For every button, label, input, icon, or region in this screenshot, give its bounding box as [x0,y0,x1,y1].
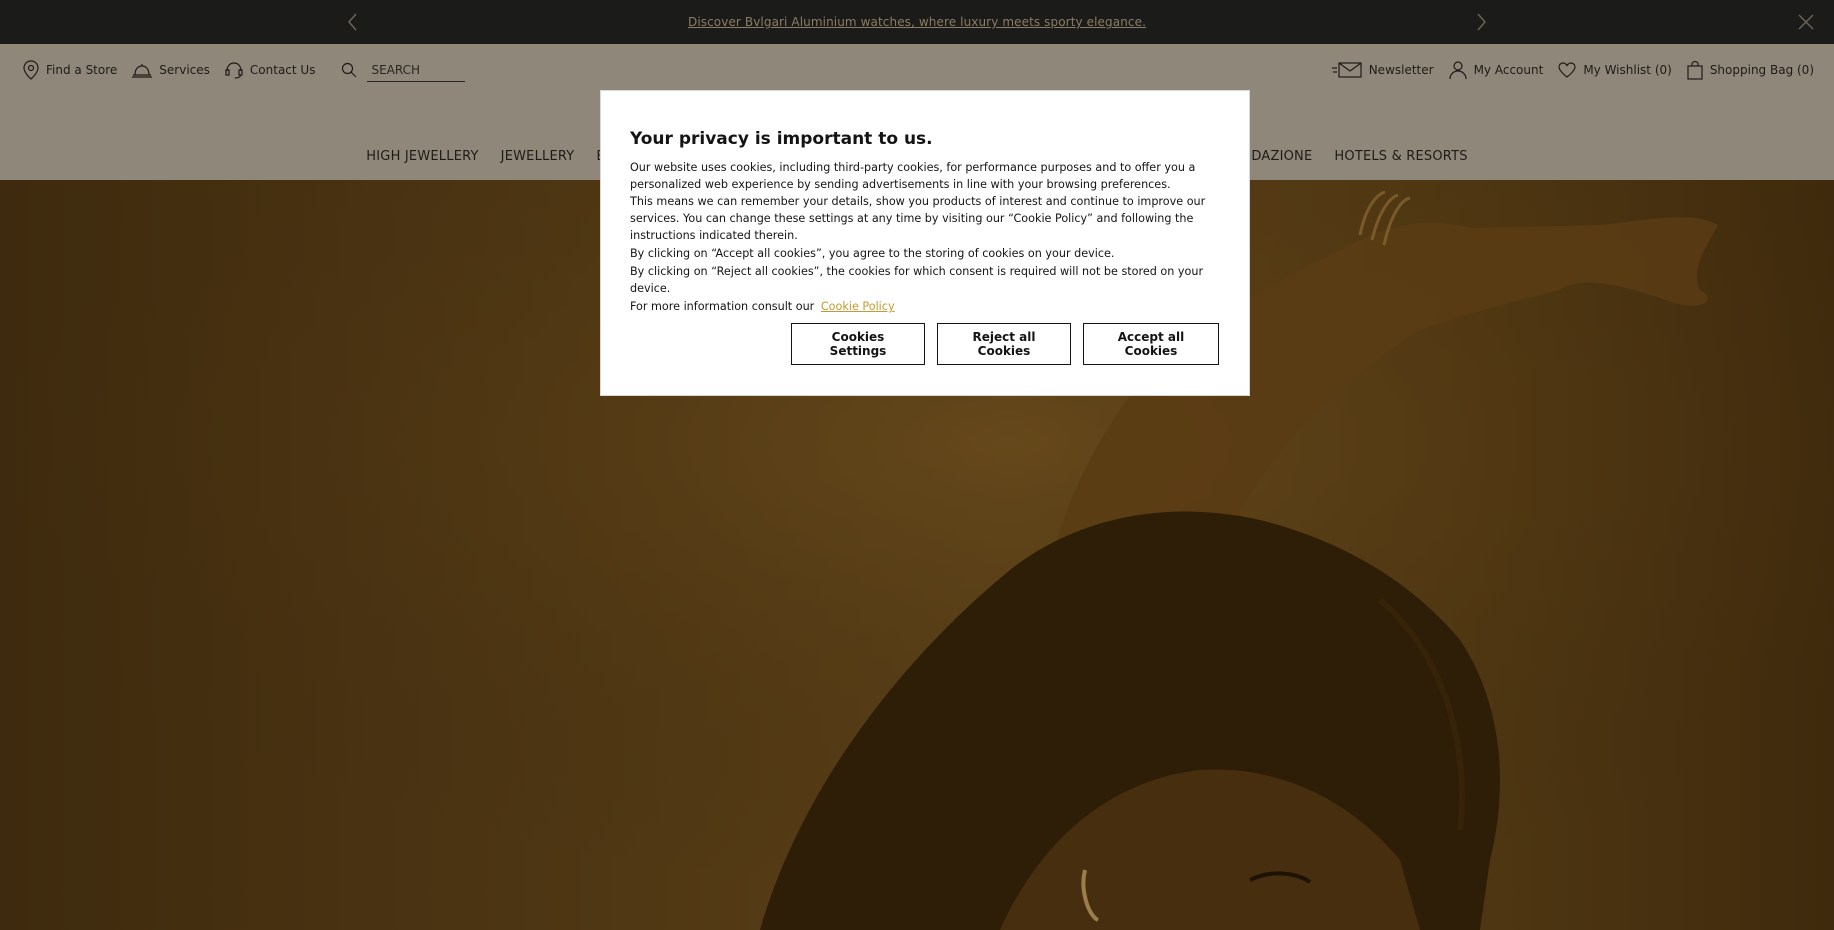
cookie-paragraph-4: By clicking on “Reject all cookies”, the… [630,265,1204,295]
chevron-right-icon[interactable] [1469,10,1493,34]
cookie-policy-link[interactable]: Cookie Policy [821,300,895,313]
search-input[interactable] [367,58,466,82]
location-pin-icon [23,60,39,80]
contact-label: Contact Us [249,63,316,77]
shopping-bag-label: Shopping Bag (0) [1709,63,1814,77]
envelope-icon [1331,62,1362,78]
promo-link[interactable]: Discover Bvlgari Aluminium watches, wher… [688,15,1146,29]
account-label: My Account [1473,63,1544,77]
nav-item-high-jewellery[interactable]: HIGH JEWELLERY [366,149,478,164]
cookie-paragraph-3: By clicking on “Accept all cookies”, you… [630,247,1115,260]
cookie-more-info-text: For more information consult our [630,300,815,313]
newsletter-link[interactable]: Newsletter [1331,61,1434,79]
wishlist-link[interactable]: My Wishlist (0) [1557,61,1672,79]
contact-link[interactable]: Contact Us [224,60,316,80]
shopping-bag-link[interactable]: Shopping Bag (0) [1686,60,1814,80]
cookie-paragraph-1: Our website uses cookies, including thir… [630,161,1196,191]
utility-right: Newsletter My Account My Wishlist (0) Sh… [1317,58,1814,82]
shopping-bag-icon [1687,60,1703,80]
cookie-dialog-title: Your privacy is important to us. [630,129,933,149]
cookie-consent-dialog: Your privacy is important to us. Our web… [600,90,1250,396]
utility-left: Find a Store Services Contact Us [22,58,466,82]
heart-icon [1558,62,1576,78]
search-box [341,58,466,82]
cookie-paragraph-2: This means we can remember your details,… [630,195,1206,242]
cookies-settings-button[interactable]: Cookies Settings [791,323,925,365]
promo-bar: Discover Bvlgari Aluminium watches, wher… [0,0,1834,44]
nav-item-jewellery[interactable]: JEWELLERY [501,149,575,164]
search-icon[interactable] [341,62,357,78]
headset-icon [225,62,243,79]
newsletter-label: Newsletter [1368,63,1434,77]
user-icon [1448,61,1467,80]
reject-all-cookies-button[interactable]: Reject all Cookies [937,323,1071,365]
accept-all-cookies-button[interactable]: Accept all Cookies [1083,323,1219,365]
cookie-button-row: Cookies Settings Reject all Cookies Acce… [791,323,1219,365]
close-icon[interactable] [1794,10,1818,34]
cookie-dialog-body: Our website uses cookies, including thir… [630,159,1219,315]
find-store-link[interactable]: Find a Store [22,60,117,80]
services-link[interactable]: Services [131,60,210,80]
chevron-left-icon[interactable] [341,10,365,34]
services-label: Services [159,63,210,77]
find-store-label: Find a Store [46,63,118,77]
wishlist-label: My Wishlist (0) [1583,63,1672,77]
service-bell-icon [132,64,153,78]
nav-item-hotels-resorts[interactable]: HOTELS & RESORTS [1334,149,1467,164]
account-link[interactable]: My Account [1448,60,1544,80]
cookie-paragraph-5: For more information consult our Cookie … [630,298,1219,315]
